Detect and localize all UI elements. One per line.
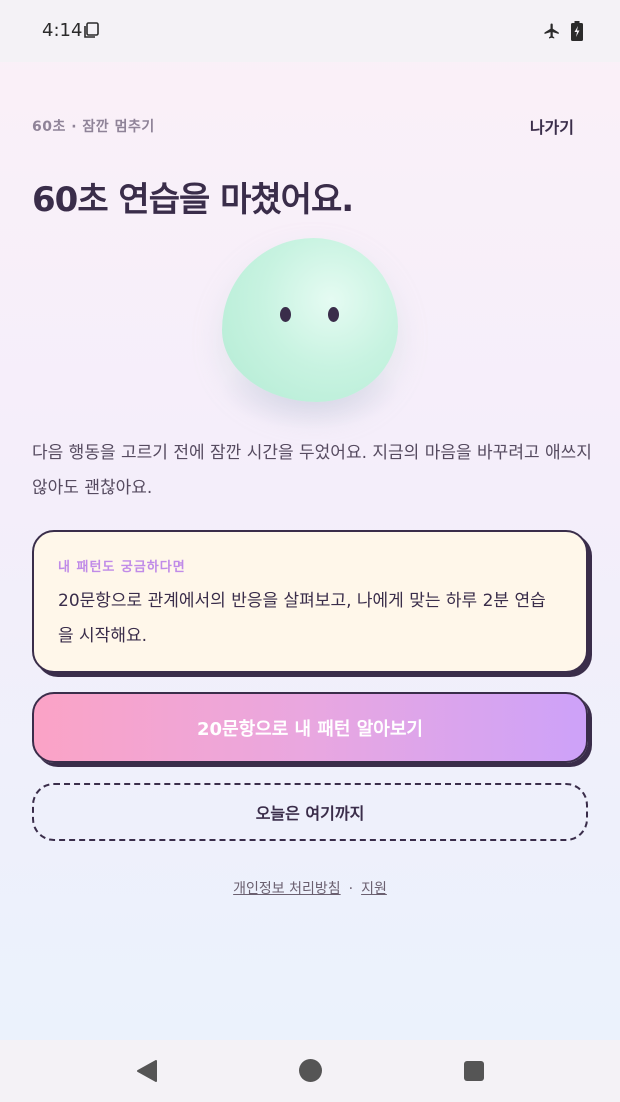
airplane-icon xyxy=(544,23,559,39)
footer-links: 개인정보 처리방침 · 지원 xyxy=(0,878,620,898)
info-card-text: 20문항으로 관계에서의 반응을 살펴보고, 나에게 맞는 하루 2분 연습을 … xyxy=(58,591,546,646)
footer-separator: · xyxy=(348,881,354,897)
exit-button[interactable]: 나가기 xyxy=(530,114,574,138)
session-label: 60초 · 잠깐 멈추기 xyxy=(32,119,155,135)
mascot-eye-right xyxy=(328,307,339,322)
status-time: 4:14 xyxy=(42,20,83,41)
screen-icon xyxy=(84,22,99,38)
pattern-info-card: 내 패턴도 궁금하다면 20문항으로 관계에서의 반응을 살펴보고, 나에게 맞… xyxy=(32,530,588,673)
status-bar: 4:14 xyxy=(0,0,620,62)
battery-icon xyxy=(571,21,583,41)
mascot-blob xyxy=(222,238,398,402)
recents-icon[interactable] xyxy=(464,1061,484,1081)
start-assessment-button[interactable]: 20문항으로 내 패턴 알아보기 xyxy=(32,692,588,763)
finish-today-button[interactable]: 오늘은 여기까지 xyxy=(32,783,588,841)
back-icon[interactable] xyxy=(136,1059,158,1083)
mascot-eye-left xyxy=(280,307,291,322)
completion-description: 다음 행동을 고르기 전에 잠깐 시간을 두었어요. 지금의 마음을 바꾸려고 … xyxy=(32,443,592,498)
page-title: 60초 연습을 마쳤어요. xyxy=(32,180,354,220)
support-link[interactable]: 지원 xyxy=(361,881,387,897)
info-card-label: 내 패턴도 궁금하다면 xyxy=(58,560,186,575)
privacy-policy-link[interactable]: 개인정보 처리방침 xyxy=(233,881,341,897)
home-icon[interactable] xyxy=(299,1059,322,1082)
